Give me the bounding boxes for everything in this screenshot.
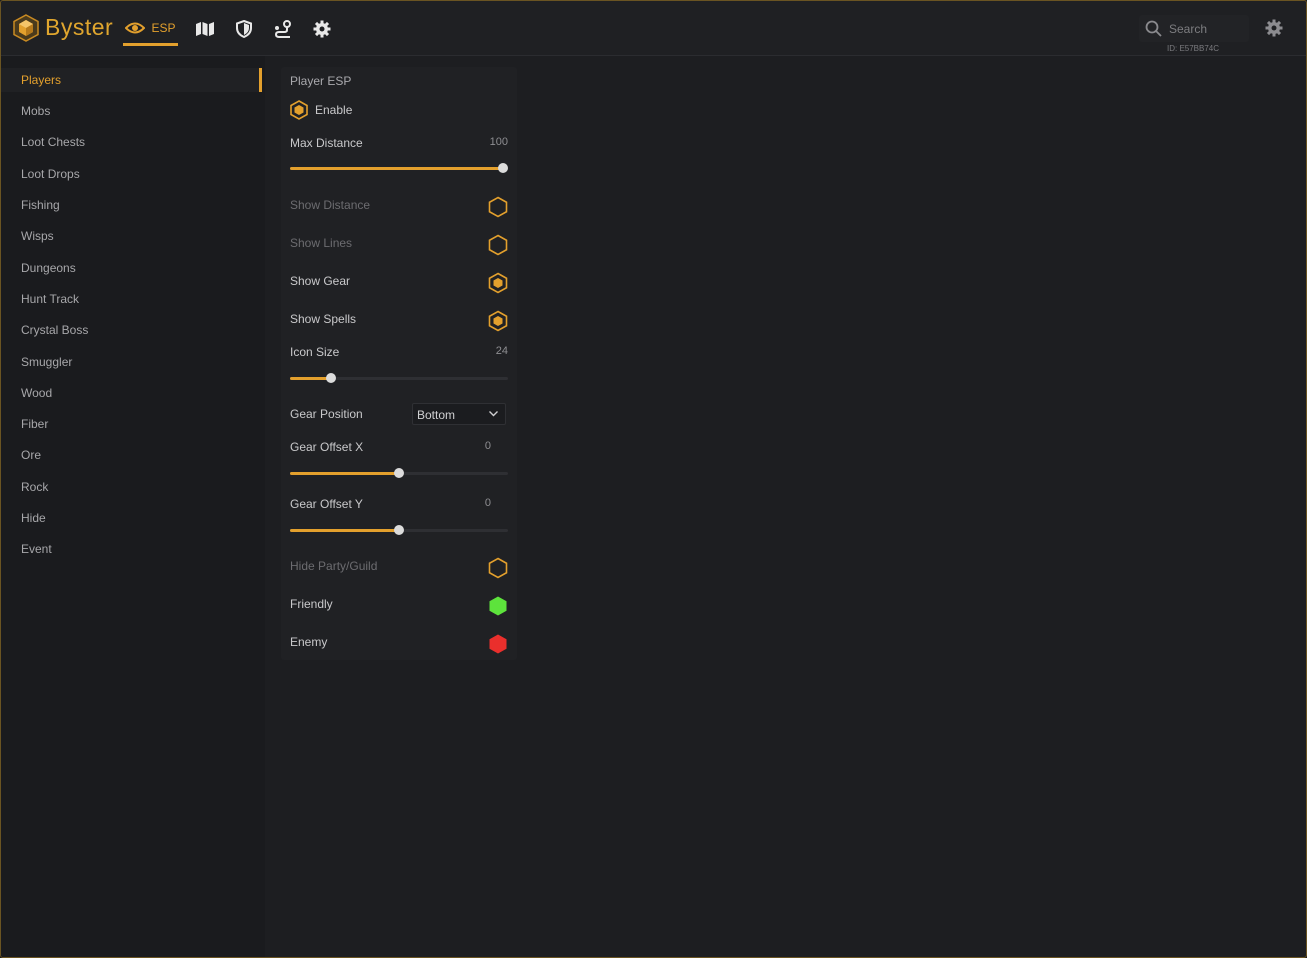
tab-shield[interactable]: [230, 13, 258, 45]
sidebar-item-loot-chests[interactable]: Loot Chests: [1, 130, 262, 154]
gear-position-value: Bottom: [417, 408, 456, 422]
show-lines-label: Show Lines: [290, 236, 353, 250]
app-window: Byster ESP Search ID: E57BB74C Players M…: [0, 0, 1307, 958]
show-distance-row[interactable]: Show Distance: [290, 196, 508, 218]
sidebar-item-hide[interactable]: Hide: [1, 506, 262, 530]
gear-position-select[interactable]: Bottom: [412, 403, 506, 425]
hexagon-checkbox-checked-icon[interactable]: [488, 272, 508, 294]
gear-offset-y-value: 0: [484, 497, 491, 509]
sidebar-item-players[interactable]: Players: [1, 68, 262, 92]
sidebar-item-wisps[interactable]: Wisps: [1, 224, 262, 248]
icon-size-value: 24: [495, 345, 508, 357]
client-id: ID: E57BB74C: [1167, 44, 1220, 53]
sidebar-item-crystal-boss[interactable]: Crystal Boss: [1, 318, 262, 342]
search-icon: [1145, 20, 1162, 37]
slider-fill: [290, 472, 399, 475]
slider-fill: [290, 529, 399, 532]
friendly-color-swatch-icon[interactable]: [488, 595, 508, 617]
gear-offset-y-row: Gear Offset Y 0: [290, 497, 508, 511]
sidebar-item-fiber[interactable]: Fiber: [1, 412, 262, 436]
gear-offset-x-value: 0: [484, 440, 491, 452]
enemy-color-swatch-icon[interactable]: [488, 633, 508, 655]
route-icon: [274, 20, 291, 38]
show-gear-row[interactable]: Show Gear: [290, 272, 508, 294]
sidebar-item-rock[interactable]: Rock: [1, 475, 262, 499]
max-distance-row: Max Distance 100: [290, 136, 508, 150]
app-name: Byster: [45, 14, 114, 40]
sidebar-item-smuggler[interactable]: Smuggler: [1, 350, 262, 374]
player-esp-panel: Player ESP Enable Max Distance 100 Show …: [281, 67, 517, 660]
sidebar-item-mobs[interactable]: Mobs: [1, 99, 262, 123]
friendly-label: Friendly: [290, 597, 333, 611]
sidebar-item-event[interactable]: Event: [1, 537, 262, 561]
search-input[interactable]: [1167, 19, 1247, 39]
show-spells-label: Show Spells: [290, 312, 357, 326]
sidebar-item-fishing[interactable]: Fishing: [1, 193, 262, 217]
tab-settings[interactable]: [308, 13, 336, 45]
hide-party-guild-row[interactable]: Hide Party/Guild: [290, 557, 508, 579]
panel-title: Player ESP: [290, 74, 352, 88]
gear-offset-x-slider[interactable]: [290, 467, 508, 479]
hide-party-guild-label: Hide Party/Guild: [290, 559, 378, 573]
settings-gear-icon[interactable]: [1265, 19, 1283, 37]
icon-size-label: Icon Size: [290, 345, 340, 359]
enable-label: Enable: [315, 103, 353, 117]
tab-route[interactable]: [269, 13, 297, 45]
enable-toggle[interactable]: Enable: [290, 100, 508, 120]
sidebar: Players Mobs Loot Chests Loot Drops Fish…: [1, 56, 265, 957]
hexagon-checkbox-unchecked-icon[interactable]: [488, 557, 508, 579]
enemy-row[interactable]: Enemy: [290, 633, 508, 655]
gear-offset-x-row: Gear Offset X 0: [290, 440, 508, 454]
hexagon-checkbox-unchecked-icon[interactable]: [488, 196, 508, 218]
icon-size-slider[interactable]: [290, 372, 508, 384]
sidebar-item-ore[interactable]: Ore: [1, 443, 262, 467]
sidebar-item-hunt-track[interactable]: Hunt Track: [1, 287, 262, 311]
tab-map[interactable]: [191, 13, 219, 45]
sidebar-item-dungeons[interactable]: Dungeons: [1, 256, 262, 280]
map-icon: [196, 22, 214, 36]
hexagon-checkbox-checked-icon: [290, 100, 308, 120]
slider-fill: [290, 377, 332, 380]
sidebar-item-loot-drops[interactable]: Loot Drops: [1, 162, 262, 186]
show-gear-label: Show Gear: [290, 274, 351, 288]
slider-thumb[interactable]: [326, 373, 337, 383]
slider-fill: [290, 167, 503, 170]
max-distance-value: 100: [489, 136, 508, 148]
show-spells-row[interactable]: Show Spells: [290, 310, 508, 332]
search-box: [1139, 15, 1249, 42]
show-lines-row[interactable]: Show Lines: [290, 234, 508, 256]
icon-size-row: Icon Size 24: [290, 345, 508, 359]
tab-esp-label: ESP: [151, 21, 176, 35]
max-distance-slider[interactable]: [290, 162, 508, 174]
slider-thumb[interactable]: [498, 163, 508, 173]
chevron-down-icon: [489, 411, 498, 417]
max-distance-label: Max Distance: [290, 136, 363, 150]
hexagon-checkbox-unchecked-icon[interactable]: [488, 234, 508, 256]
gear-icon: [313, 20, 331, 38]
show-distance-label: Show Distance: [290, 198, 371, 212]
enemy-label: Enemy: [290, 635, 328, 649]
gear-offset-y-slider[interactable]: [290, 524, 508, 536]
byster-logo-icon: [13, 14, 39, 42]
shield-icon: [236, 20, 252, 38]
tab-esp[interactable]: ESP: [123, 13, 178, 46]
friendly-row[interactable]: Friendly: [290, 595, 508, 617]
gear-offset-y-label: Gear Offset Y: [290, 497, 363, 511]
eye-icon: [125, 22, 146, 34]
hexagon-checkbox-checked-icon[interactable]: [488, 310, 508, 332]
slider-thumb[interactable]: [394, 525, 404, 535]
sidebar-item-wood[interactable]: Wood: [1, 381, 262, 405]
gear-offset-x-label: Gear Offset X: [290, 440, 364, 454]
top-bar: Byster ESP Search ID: E57BB74C: [1, 1, 1306, 56]
slider-thumb[interactable]: [394, 468, 404, 478]
